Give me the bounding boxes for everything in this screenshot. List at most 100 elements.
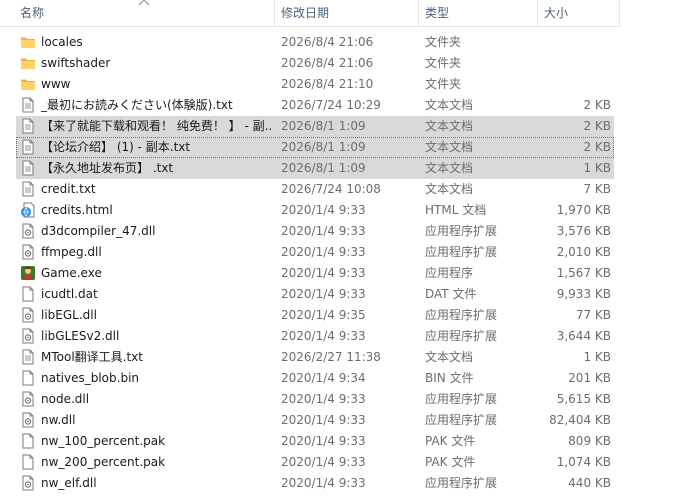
file-row[interactable]: _最初にお読みください(体験版).txt 2026/7/24 10:29 文本文档 2… (16, 95, 614, 116)
file-name: 【来了就能下载和观看！ 纯免费！ 】 - 副... (41, 119, 273, 133)
file-row[interactable]: libGLESv2.dll 2020/1/4 9:33 应用程序扩展 3,644 KB (16, 326, 614, 347)
file-row[interactable]: nw.dll 2020/1/4 9:33 应用程序扩展 82,404 KB (16, 410, 614, 431)
file-name: libGLESv2.dll (41, 329, 120, 343)
blank-file-icon (20, 370, 36, 386)
text-file-icon (20, 181, 36, 197)
file-modified-date: 2020/1/4 9:33 (281, 224, 366, 238)
dll-file-icon (20, 307, 36, 323)
folder-icon (20, 76, 36, 92)
file-row[interactable]: node.dll 2020/1/4 9:33 应用程序扩展 5,615 KB (16, 389, 614, 410)
game-exe-icon (20, 265, 36, 281)
file-name: credit.txt (41, 182, 96, 196)
file-type: 文本文档 (425, 98, 474, 112)
file-modified-date: 2020/1/4 9:33 (281, 287, 366, 301)
text-file-icon (20, 118, 36, 134)
file-name: nw_200_percent.pak (41, 455, 166, 469)
file-name: libEGL.dll (41, 308, 97, 322)
file-type: DAT 文件 (425, 287, 477, 301)
file-row[interactable]: nw_200_percent.pak 2020/1/4 9:33 PAK 文件 1,0… (16, 452, 614, 473)
file-type: 文件夹 (425, 35, 462, 49)
file-type: 文本文档 (425, 350, 474, 364)
file-row[interactable]: MTool翻译工具.txt 2026/2/27 11:38 文本文档 1 KB (16, 347, 614, 368)
file-type: 应用程序扩展 (425, 329, 498, 343)
file-modified-date: 2020/1/4 9:33 (281, 392, 366, 406)
blank-file-icon (20, 454, 36, 470)
file-name: _最初にお読みください(体験版).txt (41, 98, 233, 112)
file-size: 5,615 KB (556, 392, 611, 406)
file-row[interactable]: natives_blob.bin 2020/1/4 9:34 BIN 文件 201 K… (16, 368, 614, 389)
dll-file-icon (20, 391, 36, 407)
column-header-type[interactable]: 类型 (421, 0, 537, 26)
file-name: 【论坛介绍】 (1) - 副本.txt (41, 140, 191, 154)
file-row[interactable]: libEGL.dll 2020/1/4 9:35 应用程序扩展 77 KB (16, 305, 614, 326)
file-type: 文件夹 (425, 56, 462, 70)
file-modified-date: 2026/7/24 10:08 (281, 182, 381, 196)
file-row[interactable]: icudtl.dat 2020/1/4 9:33 DAT 文件 9,933 KB (16, 284, 614, 305)
file-type: 应用程序扩展 (425, 245, 498, 259)
file-row[interactable]: credits.html 2020/1/4 9:33 HTML 文档 1,970 KB (16, 200, 614, 221)
file-modified-date: 2020/1/4 9:33 (281, 245, 366, 259)
file-size: 201 KB (568, 371, 611, 385)
file-row[interactable]: nw_100_percent.pak 2020/1/4 9:33 PAK 文件 809… (16, 431, 614, 452)
file-row[interactable]: 【来了就能下载和观看！ 纯免费！ 】 - 副... 2026/8/1 1:09 文本… (16, 116, 614, 137)
file-modified-date: 2026/8/1 1:09 (281, 140, 366, 154)
column-divider[interactable] (274, 0, 275, 26)
file-row[interactable]: credit.txt 2026/7/24 10:08 文本文档 7 KB (16, 179, 614, 200)
file-name: 【永久地址发布页】 .txt (41, 161, 174, 175)
file-name: swiftshader (41, 56, 111, 70)
file-type: 文件夹 (425, 77, 462, 91)
file-row[interactable]: nw_elf.dll 2020/1/4 9:33 应用程序扩展 440 KB (16, 473, 614, 494)
file-type: PAK 文件 (425, 434, 476, 448)
file-row[interactable]: 【论坛介绍】 (1) - 副本.txt 2026/8/1 1:09 文本文档 2 KB (16, 137, 614, 158)
file-modified-date: 2020/1/4 9:33 (281, 329, 366, 343)
file-modified-date: 2020/1/4 9:35 (281, 308, 366, 322)
folder-icon (20, 55, 36, 71)
file-type: 应用程序扩展 (425, 224, 498, 238)
file-modified-date: 2020/1/4 9:33 (281, 455, 366, 469)
column-divider[interactable] (418, 0, 419, 26)
column-header-date[interactable]: 修改日期 (277, 0, 419, 26)
column-divider[interactable] (537, 0, 538, 26)
text-file-icon (20, 139, 36, 155)
file-modified-date: 2026/8/4 21:10 (281, 77, 374, 91)
file-modified-date: 2026/8/4 21:06 (281, 35, 374, 49)
file-type: PAK 文件 (425, 455, 476, 469)
file-type: 文本文档 (425, 182, 474, 196)
column-header-bar: 名称 修改日期 类型 大小 (0, 0, 620, 27)
file-size: 1,074 KB (556, 455, 611, 469)
file-modified-date: 2020/1/4 9:33 (281, 413, 366, 427)
file-name: nw.dll (41, 413, 76, 427)
text-file-icon (20, 349, 36, 365)
file-name: ffmpeg.dll (41, 245, 102, 259)
file-type: 文本文档 (425, 161, 474, 175)
file-size: 9,933 KB (556, 287, 611, 301)
file-size: 77 KB (575, 308, 611, 322)
file-type: 应用程序 (425, 266, 474, 280)
file-row[interactable]: www 2026/8/4 21:10 文件夹 (16, 74, 614, 95)
folder-icon (20, 34, 36, 50)
file-row[interactable]: locales 2026/8/4 21:06 文件夹 (16, 32, 614, 53)
file-modified-date: 2020/1/4 9:33 (281, 266, 366, 280)
file-row[interactable]: swiftshader 2026/8/4 21:06 文件夹 (16, 53, 614, 74)
file-size: 1,970 KB (556, 203, 611, 217)
file-row[interactable]: ffmpeg.dll 2020/1/4 9:33 应用程序扩展 2,010 KB (16, 242, 614, 263)
column-divider[interactable] (619, 0, 620, 26)
blank-file-icon (20, 286, 36, 302)
file-row[interactable]: 【永久地址发布页】 .txt 2026/8/1 1:09 文本文档 1 KB (16, 158, 614, 179)
file-modified-date: 2026/8/4 21:06 (281, 56, 374, 70)
file-size: 1 KB (583, 350, 611, 364)
file-name: natives_blob.bin (41, 371, 140, 385)
file-size: 2,010 KB (556, 245, 611, 259)
file-name: locales (41, 35, 83, 49)
html-file-icon (20, 202, 36, 218)
dll-file-icon (20, 328, 36, 344)
dll-file-icon (20, 475, 36, 491)
file-row[interactable]: Game.exe 2020/1/4 9:33 应用程序 1,567 KB (16, 263, 614, 284)
file-row[interactable]: d3dcompiler_47.dll 2020/1/4 9:33 应用程序扩展 3,5… (16, 221, 614, 242)
file-size: 809 KB (568, 434, 611, 448)
file-size: 2 KB (583, 98, 611, 112)
file-type: 文本文档 (425, 119, 474, 133)
column-header-size[interactable]: 大小 (540, 0, 620, 26)
file-size: 2 KB (583, 140, 611, 154)
file-name: node.dll (41, 392, 90, 406)
